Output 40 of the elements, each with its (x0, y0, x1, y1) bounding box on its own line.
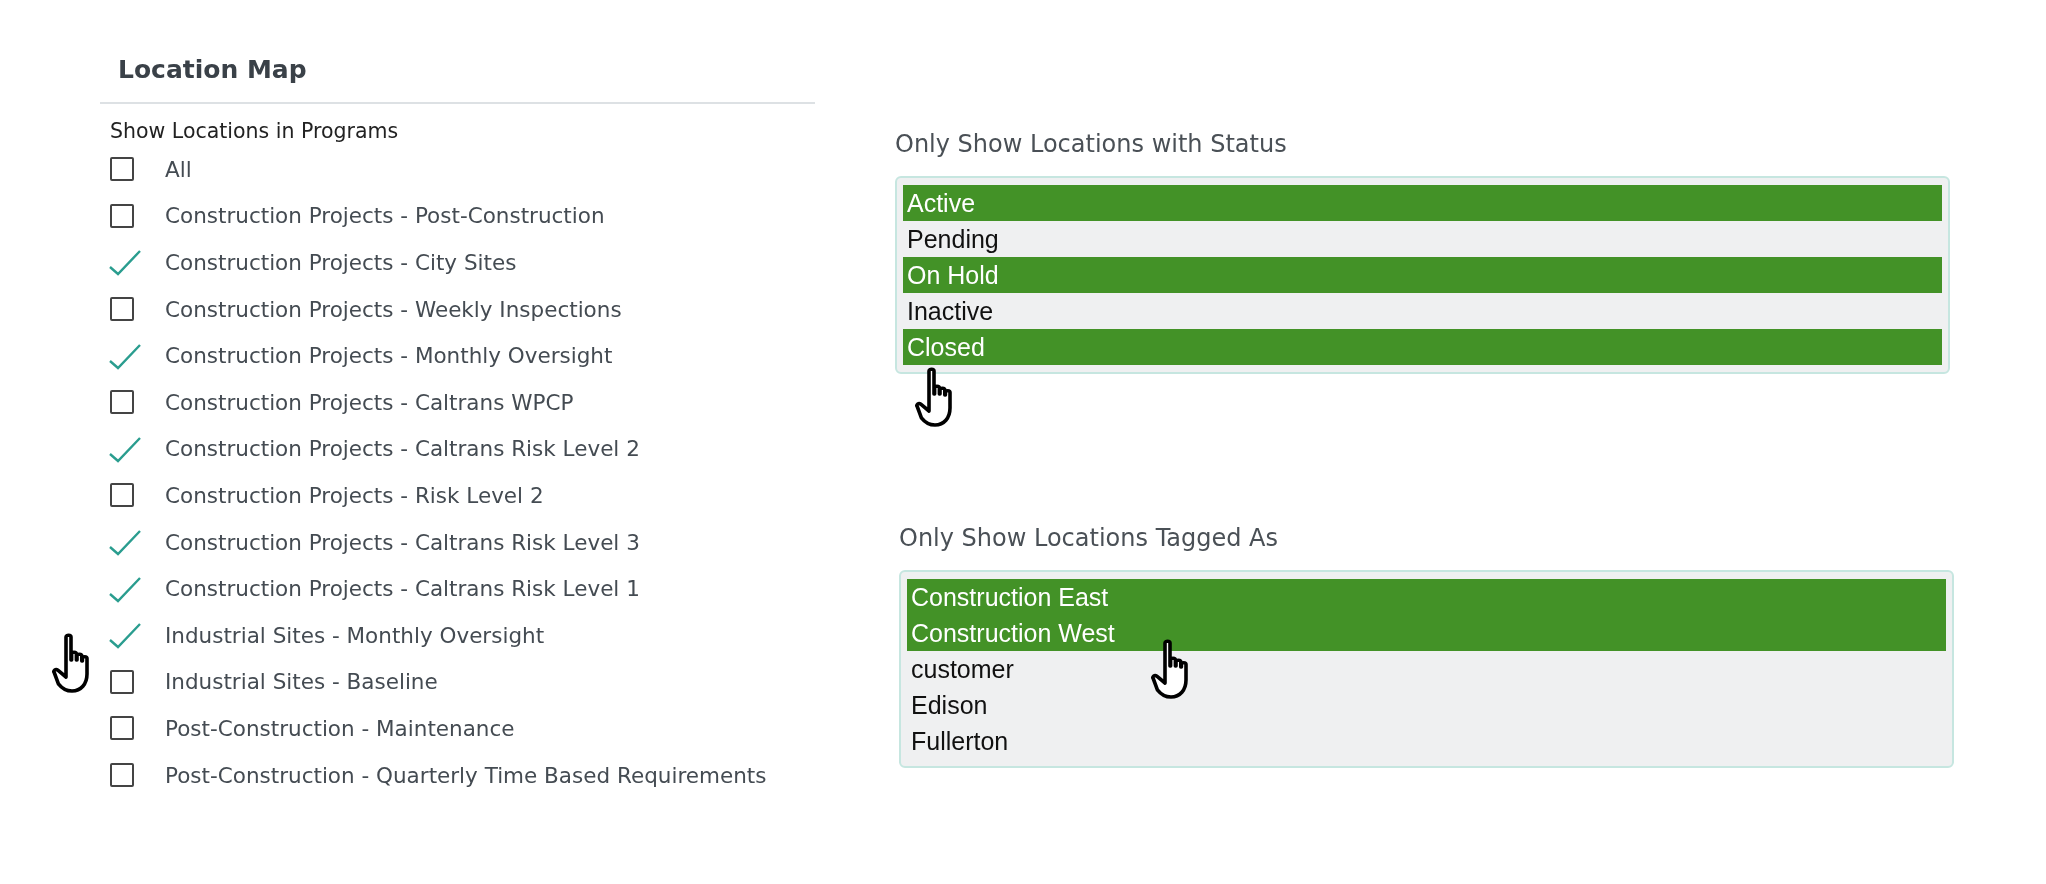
list-option[interactable]: Active (903, 185, 1942, 221)
checkbox[interactable] (110, 716, 134, 741)
list-option[interactable]: On Hold (903, 257, 1942, 293)
section-title: Location Map (118, 54, 308, 86)
checkbox-label: Post-Construction - Quarterly Time Based Requirements (165, 762, 767, 788)
checkbox-label: Industrial Sites - Monthly Oversight (165, 622, 545, 648)
checkbox-label: Construction Projects - Caltrans Risk Level 2 (165, 436, 640, 462)
checkbox-label: Post-Construction - Maintenance (165, 715, 515, 741)
checkbox[interactable] (110, 157, 134, 182)
checkbox-label: Industrial Sites - Baseline (165, 669, 438, 695)
list-option[interactable]: Construction East (907, 579, 1946, 615)
checkmark-icon[interactable] (108, 248, 142, 277)
group-label: Show Locations in Programs (110, 118, 400, 145)
checkbox[interactable] (110, 763, 134, 787)
list-option[interactable]: Construction West (907, 615, 1946, 651)
checkbox[interactable] (110, 297, 134, 322)
list-option[interactable]: Edison (907, 687, 1946, 723)
list-option[interactable]: Closed (903, 329, 1942, 365)
tag-listbox[interactable]: Construction East Construction West customer Edison Fullerton (899, 570, 1954, 768)
checkbox-label: Construction Projects - Caltrans Risk Level 3 (165, 529, 640, 555)
checkbox-label: Construction Projects - Caltrans WPCP (165, 389, 574, 415)
list-option[interactable]: Fullerton (907, 723, 1946, 759)
checkbox-label: All (165, 156, 192, 182)
checkbox[interactable] (110, 483, 134, 508)
checkbox[interactable] (110, 203, 134, 228)
checkmark-icon[interactable] (108, 621, 142, 650)
checkbox-label: Construction Projects - City Sites (165, 250, 517, 275)
checkbox[interactable] (110, 390, 134, 415)
checkbox-label: Construction Projects - Monthly Oversight (165, 343, 613, 369)
checkbox-label: Construction Projects - Post-Construction (165, 203, 605, 229)
list-option[interactable]: customer (907, 651, 1946, 687)
checkbox-label: Construction Projects - Risk Level 2 (165, 482, 544, 508)
list-option[interactable]: Inactive (903, 293, 1942, 329)
checkmark-icon[interactable] (108, 528, 142, 557)
checkbox[interactable] (110, 669, 134, 694)
field-label: Only Show Locations with Status (895, 130, 1288, 158)
field-label: Only Show Locations Tagged As (899, 524, 1280, 552)
checkbox-label: Construction Projects - Weekly Inspections (165, 296, 622, 322)
checkbox-label: Construction Projects - Caltrans Risk Level 1 (165, 576, 640, 602)
list-option[interactable]: Pending (903, 221, 1942, 257)
